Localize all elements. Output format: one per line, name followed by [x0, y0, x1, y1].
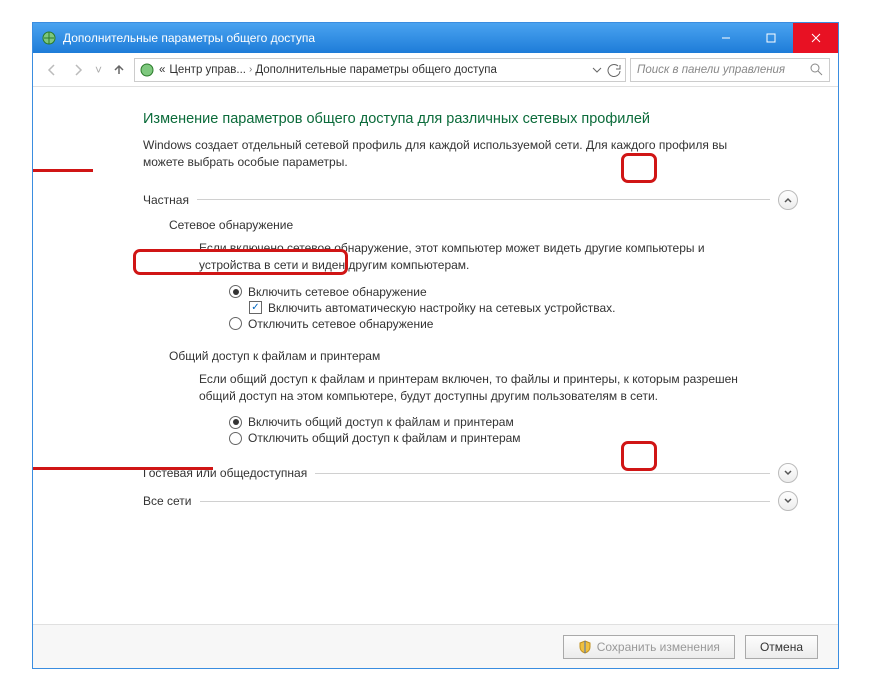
- footer: Сохранить изменения Отмена: [33, 624, 838, 668]
- radio-icon: [229, 416, 242, 429]
- profile-header-guest[interactable]: Гостевая или общедоступная: [143, 463, 798, 483]
- radio-icon: [229, 432, 242, 445]
- checkbox-icon: ✓: [249, 301, 262, 314]
- navbar: ˅ « Центр управ... › Дополнительные пара…: [33, 53, 838, 87]
- divider: [200, 501, 771, 502]
- cancel-button[interactable]: Отмена: [745, 635, 818, 659]
- network-icon: [41, 30, 57, 46]
- network-icon: [139, 62, 155, 78]
- nav-history-dropdown[interactable]: ˅: [95, 63, 102, 77]
- profile-label-all: Все сети: [143, 494, 192, 508]
- radio-discovery-on[interactable]: Включить сетевое обнаружение: [229, 285, 798, 299]
- titlebar: Дополнительные параметры общего доступа: [33, 23, 838, 53]
- divider: [315, 473, 770, 474]
- forward-button[interactable]: [67, 59, 89, 81]
- back-button[interactable]: [41, 59, 63, 81]
- up-button[interactable]: [108, 59, 130, 81]
- subheading-file-sharing: Общий доступ к файлам и принтерам: [169, 349, 798, 363]
- chevron-right-icon: ›: [249, 64, 252, 75]
- minimize-button[interactable]: [703, 23, 748, 53]
- collapse-button-private[interactable]: [778, 190, 798, 210]
- breadcrumb-dropdown-icon[interactable]: [591, 62, 603, 78]
- radio-sharing-off[interactable]: Отключить общий доступ к файлам и принте…: [229, 431, 798, 445]
- page-description: Windows создает отдельный сетевой профил…: [143, 137, 763, 172]
- radio-icon: [229, 317, 242, 330]
- save-button[interactable]: Сохранить изменения: [563, 635, 735, 659]
- refresh-icon[interactable]: [607, 63, 621, 77]
- highlight-underline: [33, 169, 93, 172]
- breadcrumb-part1[interactable]: Центр управ...: [169, 64, 246, 76]
- profile-label-guest: Гостевая или общедоступная: [143, 466, 307, 480]
- search-input[interactable]: Поиск в панели управления: [630, 58, 830, 82]
- desc-network-discovery: Если включено сетевое обнаружение, этот …: [199, 240, 739, 275]
- divider: [197, 199, 770, 200]
- radio-discovery-off[interactable]: Отключить сетевое обнаружение: [229, 317, 798, 331]
- profile-header-all[interactable]: Все сети: [143, 491, 798, 511]
- profile-header-private[interactable]: Частная: [143, 190, 798, 210]
- radio-sharing-on[interactable]: Включить общий доступ к файлам и принтер…: [229, 415, 798, 429]
- maximize-button[interactable]: [748, 23, 793, 53]
- window-title: Дополнительные параметры общего доступа: [63, 31, 703, 45]
- close-button[interactable]: [793, 23, 838, 53]
- desc-file-sharing: Если общий доступ к файлам и принтерам в…: [199, 371, 739, 406]
- breadcrumb-part2[interactable]: Дополнительные параметры общего доступа: [255, 64, 497, 76]
- expand-button-guest[interactable]: [778, 463, 798, 483]
- checkbox-discovery-auto[interactable]: ✓ Включить автоматическую настройку на с…: [249, 301, 798, 315]
- search-placeholder: Поиск в панели управления: [637, 64, 785, 76]
- profile-label-private: Частная: [143, 193, 189, 207]
- shield-icon: [578, 640, 592, 654]
- radio-icon: [229, 285, 242, 298]
- window-frame: Дополнительные параметры общего доступа …: [32, 22, 839, 669]
- content-area: Изменение параметров общего доступа для …: [33, 87, 838, 624]
- subheading-network-discovery: Сетевое обнаружение: [169, 218, 798, 232]
- page-title: Изменение параметров общего доступа для …: [143, 111, 798, 127]
- breadcrumb[interactable]: « Центр управ... › Дополнительные параме…: [134, 58, 626, 82]
- search-icon: [810, 63, 823, 76]
- expand-button-all[interactable]: [778, 491, 798, 511]
- breadcrumb-prefix: «: [159, 64, 165, 76]
